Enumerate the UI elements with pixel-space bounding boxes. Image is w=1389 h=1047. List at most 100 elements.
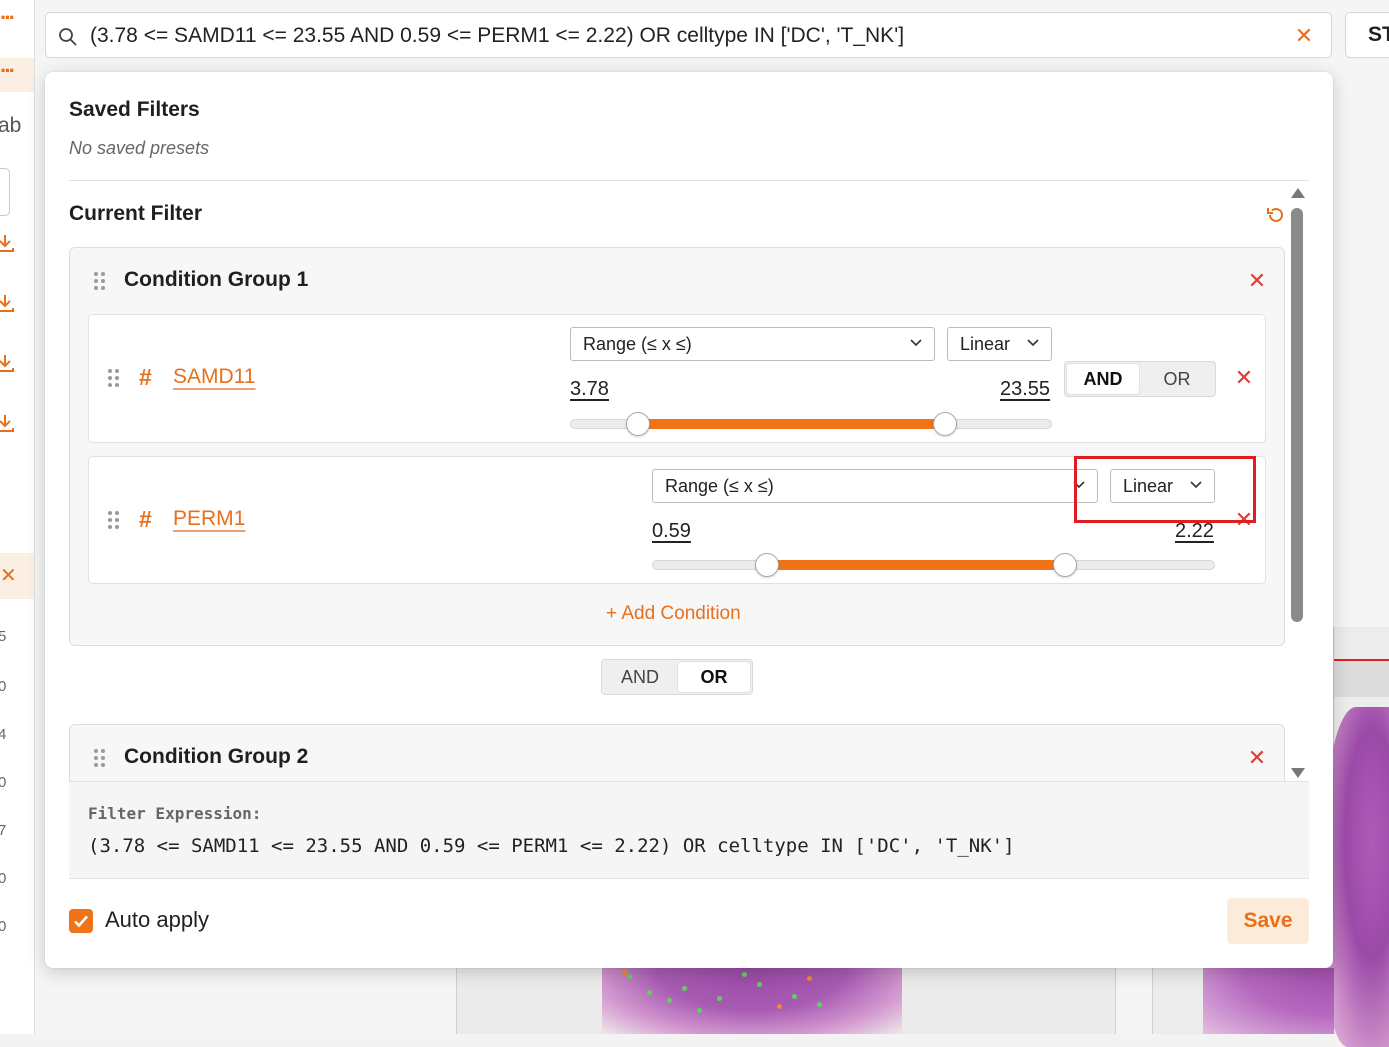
cell-marker	[717, 996, 722, 1001]
cell-marker	[697, 1008, 702, 1013]
combinator-and[interactable]: AND	[1067, 364, 1139, 394]
rail-input[interactable]	[0, 168, 10, 216]
filter-expression-text: (3.78 <= SAMD11 <= 23.55 AND 0.59 <= PER…	[88, 835, 1015, 857]
scrollbar[interactable]	[1288, 188, 1308, 778]
rail-digit: 0	[0, 774, 6, 791]
mode-select[interactable]: Range (≤ x ≤)	[570, 327, 935, 361]
close-icon[interactable]: ✕	[1291, 23, 1317, 49]
scroll-up-icon[interactable]	[1291, 188, 1305, 198]
mode-select[interactable]: Range (≤ x ≤)	[652, 469, 1098, 503]
numeric-field-icon: #	[139, 506, 152, 532]
group-combinator-toggle[interactable]: AND OR	[601, 659, 753, 695]
rail-digit: 5	[0, 628, 6, 645]
cell-marker	[622, 970, 627, 975]
cell-marker	[807, 976, 812, 981]
range-max-input[interactable]: 2.22	[1175, 520, 1214, 543]
condition-row: # SAMD11 Range (≤ x ≤) Linear 3.78 23.55	[88, 314, 1266, 443]
cell-marker	[792, 994, 797, 999]
more-icon[interactable]: ···	[0, 58, 34, 92]
image-viewer[interactable]	[1152, 968, 1334, 1034]
auto-apply-checkbox[interactable]	[69, 909, 93, 933]
tissue-image	[602, 968, 902, 1034]
viewer-band	[1334, 661, 1389, 697]
download-icon[interactable]	[0, 232, 16, 254]
drag-handle-icon[interactable]	[108, 369, 120, 389]
image-viewer[interactable]	[1324, 627, 1389, 1047]
range-slider-max-thumb[interactable]	[1052, 553, 1077, 577]
cell-marker	[647, 990, 652, 995]
numeric-field-icon: #	[139, 364, 152, 390]
cell-marker	[777, 1004, 782, 1009]
saved-filters-empty: No saved presets	[69, 138, 210, 158]
cell-marker	[742, 972, 747, 977]
drag-handle-icon[interactable]	[108, 511, 120, 531]
filter-search-bar[interactable]: (3.78 <= SAMD11 <= 23.55 AND 0.59 <= PER…	[45, 12, 1332, 58]
rail-digit: 0	[0, 678, 6, 695]
range-max-input[interactable]: 23.55	[1000, 378, 1050, 401]
current-filter-title: Current Filter	[69, 202, 203, 225]
cell-marker	[817, 1002, 822, 1007]
reset-icon[interactable]	[1265, 204, 1287, 226]
range-slider-fill	[637, 419, 945, 429]
more-icon[interactable]: ···	[0, 7, 34, 38]
save-button[interactable]: Save	[1227, 898, 1309, 944]
range-slider-min-thumb[interactable]	[755, 553, 780, 577]
download-icon[interactable]	[0, 292, 16, 314]
condition-combinator-toggle[interactable]: AND OR	[1064, 361, 1216, 397]
range-slider-max-thumb[interactable]	[932, 412, 957, 436]
chevron-down-icon	[910, 339, 922, 347]
rail-digit: 4	[0, 726, 6, 743]
left-rail: ··· ··· ab ✕ 5 0 4 0 7 0 0	[0, 0, 35, 1034]
download-icon[interactable]	[0, 352, 16, 374]
range-min-input[interactable]: 3.78	[570, 378, 609, 401]
scale-select[interactable]: Linear	[947, 327, 1052, 361]
saved-filters-title: Saved Filters	[69, 98, 200, 121]
highlight-annotation	[1074, 456, 1256, 523]
cell-marker	[667, 998, 672, 1003]
rail-digit: 0	[0, 870, 6, 887]
mode-select-value: Range (≤ x ≤)	[583, 334, 692, 354]
search-query[interactable]: (3.78 <= SAMD11 <= 23.55 AND 0.59 <= PER…	[90, 13, 904, 59]
scroll-down-icon[interactable]	[1291, 768, 1305, 778]
remove-condition-icon[interactable]: ✕	[1233, 367, 1255, 389]
scrollbar-thumb[interactable]	[1291, 208, 1303, 622]
remove-group-icon[interactable]: ✕	[1246, 747, 1268, 769]
combinator-or[interactable]: OR	[1141, 364, 1213, 394]
combinator-and[interactable]: AND	[604, 662, 676, 692]
search-icon	[59, 28, 77, 46]
condition-group: Condition Group 1 ✕ # SAMD11 Range (≤ x …	[69, 247, 1285, 646]
cell-marker	[757, 982, 762, 987]
drag-handle-icon[interactable]	[94, 749, 106, 769]
drag-handle-icon[interactable]	[94, 272, 106, 292]
scale-select-value: Linear	[960, 334, 1011, 354]
condition-field[interactable]: PERM1	[173, 507, 245, 531]
check-icon	[74, 915, 88, 928]
combinator-or[interactable]: OR	[678, 662, 750, 692]
range-slider-fill	[767, 560, 1065, 570]
filter-expression-label: Filter Expression:	[88, 804, 262, 823]
auto-apply-label[interactable]: Auto apply	[105, 907, 209, 933]
download-icon[interactable]	[0, 412, 16, 434]
cell-marker	[627, 974, 632, 979]
rail-digit: 0	[0, 918, 6, 935]
mode-select-value: Range (≤ x ≤)	[665, 476, 774, 496]
remove-group-icon[interactable]: ✕	[1246, 270, 1268, 292]
range-min-input[interactable]: 0.59	[652, 520, 691, 543]
divider	[69, 180, 1309, 181]
filter-expression: Filter Expression: (3.78 <= SAMD11 <= 23…	[69, 781, 1309, 879]
condition-field[interactable]: SAMD11	[173, 365, 255, 389]
filter-scroll-area[interactable]: Current Filter Condition Group 1 ✕ # SAM…	[69, 184, 1299, 781]
image-viewer[interactable]	[456, 968, 1116, 1034]
tissue-image	[1203, 968, 1334, 1034]
group-title: Condition Group 2	[124, 745, 309, 768]
add-condition-button[interactable]: + Add Condition	[606, 603, 741, 625]
rail-partial-text: ab	[0, 114, 22, 137]
st-button[interactable]: ST	[1345, 12, 1389, 58]
range-slider-min-thumb[interactable]	[625, 412, 650, 436]
condition-group: Condition Group 2 ✕	[69, 724, 1285, 781]
filter-popover: Saved Filters No saved presets Current F…	[45, 72, 1333, 968]
cell-marker	[682, 986, 687, 991]
chevron-down-icon	[1027, 339, 1039, 347]
close-icon[interactable]: ✕	[0, 553, 34, 599]
group-title: Condition Group 1	[124, 268, 309, 291]
